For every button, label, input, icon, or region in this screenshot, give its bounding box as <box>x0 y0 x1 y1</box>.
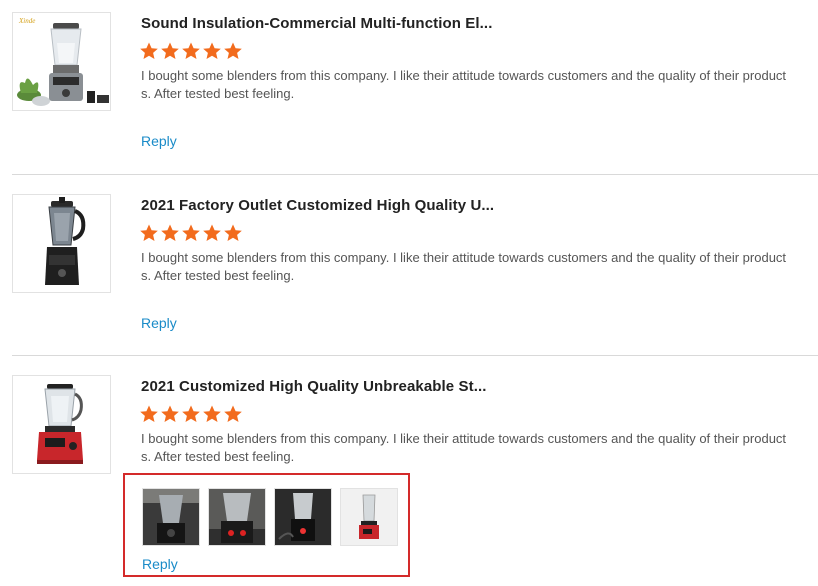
review-photo[interactable] <box>274 488 332 546</box>
star-icon <box>140 224 158 241</box>
star-icon <box>203 42 221 59</box>
star-icon <box>140 42 158 59</box>
product-title[interactable]: 2021 Factory Outlet Customized High Qual… <box>141 197 494 214</box>
star-icon <box>161 405 179 422</box>
star-icon <box>224 224 242 241</box>
review-text: I bought some blenders from this company… <box>141 68 787 101</box>
star-icon <box>224 405 242 422</box>
review-text: I bought some blenders from this company… <box>141 250 787 283</box>
product-thumbnail[interactable] <box>12 194 111 293</box>
review-photo[interactable] <box>142 488 200 546</box>
review-text: I bought some blenders from this company… <box>141 431 787 464</box>
review-item: Xinde Sound Insulation-Commercial Multi-… <box>12 12 818 172</box>
star-icon <box>203 405 221 422</box>
star-rating <box>139 223 243 243</box>
review-photo[interactable] <box>208 488 266 546</box>
star-icon <box>182 224 200 241</box>
star-icon <box>203 224 221 241</box>
star-icon <box>140 405 158 422</box>
brand-logo: Xinde <box>18 17 35 25</box>
product-title[interactable]: Sound Insulation-Commercial Multi-functi… <box>141 15 492 32</box>
review-photo[interactable] <box>340 488 398 546</box>
star-icon <box>224 42 242 59</box>
product-thumbnail[interactable] <box>12 375 111 474</box>
divider <box>12 174 818 175</box>
reply-link[interactable]: Reply <box>141 315 177 331</box>
star-icon <box>182 405 200 422</box>
product-thumbnail[interactable]: Xinde <box>12 12 111 111</box>
star-rating <box>139 404 243 424</box>
reply-link[interactable]: Reply <box>141 133 177 149</box>
star-icon <box>182 42 200 59</box>
reply-link[interactable]: Reply <box>142 556 178 572</box>
star-icon <box>161 224 179 241</box>
star-icon <box>161 42 179 59</box>
star-rating <box>139 41 243 61</box>
review-item: 2021 Factory Outlet Customized High Qual… <box>12 194 818 354</box>
product-title[interactable]: 2021 Customized High Quality Unbreakable… <box>141 378 487 395</box>
review-photos-highlight: Reply <box>123 473 410 577</box>
divider <box>12 355 818 356</box>
